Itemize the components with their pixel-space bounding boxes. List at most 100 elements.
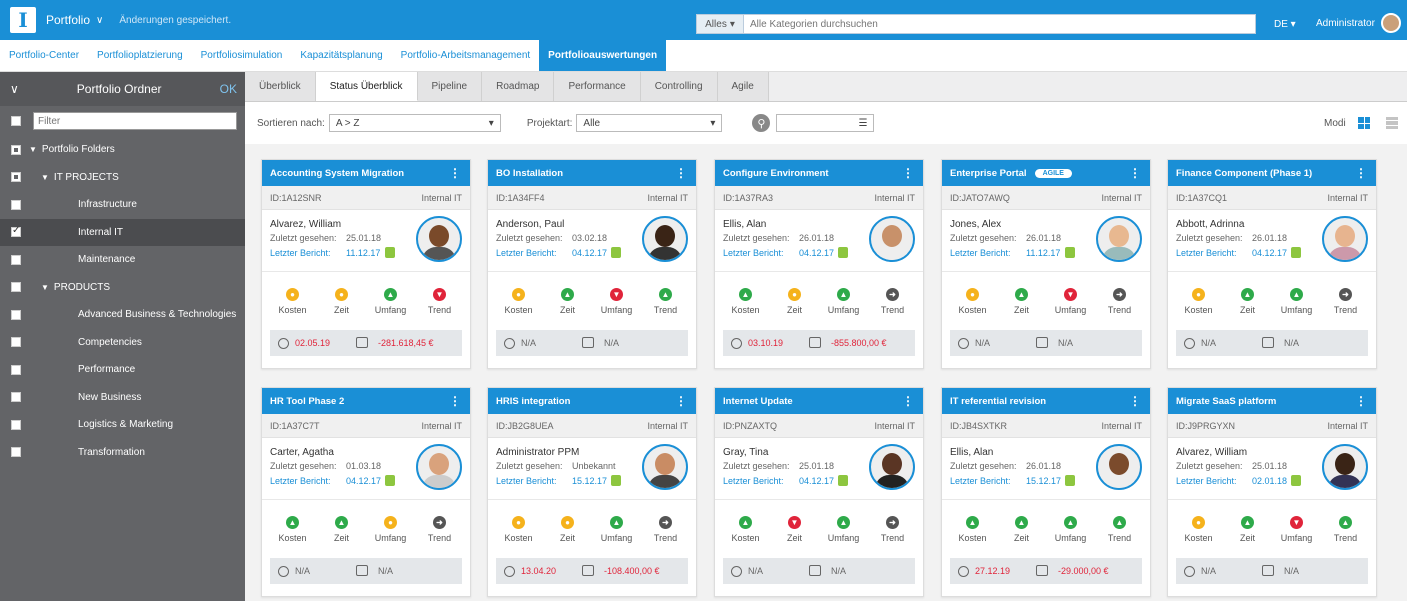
- report-document-icon[interactable]: [838, 247, 848, 258]
- tab-pipeline[interactable]: Pipeline: [417, 72, 483, 101]
- caret-down-icon[interactable]: ▼: [29, 145, 37, 154]
- ok-button[interactable]: OK: [220, 82, 237, 96]
- last-report-link[interactable]: Letzter Bericht:: [1176, 476, 1237, 486]
- tree-checkbox[interactable]: [11, 364, 21, 375]
- card-header[interactable]: Accounting System Migration ⋮: [262, 160, 470, 186]
- search-icon[interactable]: ⚲: [752, 114, 771, 132]
- tab-agile[interactable]: Agile: [717, 72, 769, 101]
- caret-down-icon[interactable]: ▼: [41, 173, 49, 182]
- indicator-umfang[interactable]: ▼ Umfang: [1277, 515, 1317, 543]
- card-header[interactable]: Configure Environment ⋮: [715, 160, 923, 186]
- report-document-icon[interactable]: [611, 247, 621, 258]
- indicator-umfang[interactable]: ▲ Umfang: [597, 515, 637, 543]
- last-report-value[interactable]: 04.12.17: [799, 248, 834, 258]
- report-document-icon[interactable]: [611, 475, 621, 486]
- project-card[interactable]: Finance Component (Phase 1) ⋮ ID:1A37CQ1…: [1167, 159, 1377, 369]
- kebab-menu-icon[interactable]: ⋮: [449, 394, 461, 408]
- kebab-menu-icon[interactable]: ⋮: [902, 166, 914, 180]
- sort-select[interactable]: A > Z ▾: [328, 114, 501, 132]
- kebab-menu-icon[interactable]: ⋮: [902, 394, 914, 408]
- card-header[interactable]: Internet Update ⋮: [715, 388, 923, 414]
- last-report-link[interactable]: Letzter Bericht:: [270, 248, 331, 258]
- nav-portfolio-placement[interactable]: Portfolioplatzierung: [88, 40, 192, 71]
- caret-down-icon[interactable]: ▼: [41, 283, 49, 292]
- indicator-umfang[interactable]: ▲ Umfang: [824, 515, 864, 543]
- tree-item-performance[interactable]: Performance: [0, 356, 245, 384]
- indicator-kosten[interactable]: ▲ Kosten: [953, 515, 993, 543]
- grid-view-icon[interactable]: [1358, 117, 1370, 129]
- tree-checkbox[interactable]: [11, 199, 21, 210]
- tree-item-new-business[interactable]: New Business: [0, 384, 245, 412]
- card-header[interactable]: IT referential revision ⋮: [942, 388, 1150, 414]
- indicator-umfang[interactable]: ● Umfang: [371, 515, 411, 543]
- kebab-menu-icon[interactable]: ⋮: [1355, 394, 1367, 408]
- nav-portfolio-center[interactable]: Portfolio-Center: [0, 40, 88, 71]
- last-report-link[interactable]: Letzter Bericht:: [270, 476, 331, 486]
- nav-portfolio-simulation[interactable]: Portfoliosimulation: [192, 40, 292, 71]
- nav-capacity-planning[interactable]: Kapazitätsplanung: [291, 40, 391, 71]
- tab-roadmap[interactable]: Roadmap: [482, 72, 555, 101]
- tree-checkbox[interactable]: [11, 447, 21, 458]
- last-report-value[interactable]: 04.12.17: [799, 476, 834, 486]
- indicator-kosten[interactable]: ● Kosten: [953, 287, 993, 315]
- card-header[interactable]: Finance Component (Phase 1) ⋮: [1168, 160, 1376, 186]
- report-document-icon[interactable]: [385, 475, 395, 486]
- last-report-value[interactable]: 15.12.17: [1026, 476, 1061, 486]
- kebab-menu-icon[interactable]: ⋮: [1129, 166, 1141, 180]
- card-header[interactable]: Enterprise Portal AGILE ⋮: [942, 160, 1150, 186]
- menu-icon[interactable]: ☰: [858, 118, 867, 129]
- report-document-icon[interactable]: [1291, 475, 1301, 486]
- report-document-icon[interactable]: [838, 475, 848, 486]
- last-report-link[interactable]: Letzter Bericht:: [950, 248, 1011, 258]
- search-scope-select[interactable]: Alles ▾: [696, 14, 744, 34]
- tree-checkbox[interactable]: [11, 254, 21, 265]
- search-input[interactable]: [744, 14, 1256, 34]
- tree-checkbox[interactable]: [11, 282, 21, 293]
- tree-item-transformation[interactable]: Transformation: [0, 439, 245, 467]
- app-switcher[interactable]: Portfolio ∨: [46, 13, 103, 27]
- indicator-zeit[interactable]: ▲ Zeit: [1228, 287, 1268, 315]
- select-all-checkbox[interactable]: [11, 116, 21, 126]
- indicator-kosten[interactable]: ▲ Kosten: [726, 515, 766, 543]
- project-card[interactable]: Accounting System Migration ⋮ ID:1A12SNR…: [261, 159, 471, 369]
- indicator-umfang[interactable]: ▼ Umfang: [597, 287, 637, 315]
- tree-item-it-projects[interactable]: ▼ IT PROJECTS: [0, 164, 245, 192]
- indicator-kosten[interactable]: ▲ Kosten: [726, 287, 766, 315]
- indicator-trend[interactable]: ➜ Trend: [1100, 287, 1140, 315]
- indicator-zeit[interactable]: ▲ Zeit: [1002, 515, 1042, 543]
- indicator-umfang[interactable]: ▲ Umfang: [1051, 515, 1091, 543]
- last-report-link[interactable]: Letzter Bericht:: [723, 476, 784, 486]
- indicator-trend[interactable]: ▲ Trend: [646, 287, 686, 315]
- indicator-kosten[interactable]: ● Kosten: [273, 287, 313, 315]
- tree-checkbox[interactable]: [11, 392, 21, 403]
- tab-overview[interactable]: Überblick: [245, 72, 316, 101]
- last-report-value[interactable]: 04.12.17: [346, 476, 381, 486]
- tab-status-overview[interactable]: Status Überblick: [315, 72, 418, 101]
- indicator-kosten[interactable]: ● Kosten: [499, 287, 539, 315]
- tree-checkbox[interactable]: [11, 337, 21, 348]
- app-logo[interactable]: I: [10, 7, 36, 33]
- project-card[interactable]: IT referential revision ⋮ ID:JB4SXTKR In…: [941, 387, 1151, 597]
- project-card[interactable]: Migrate SaaS platform ⋮ ID:J9PRGYXN Inte…: [1167, 387, 1377, 597]
- tree-item-logistics-marketing[interactable]: Logistics & Marketing: [0, 411, 245, 439]
- tree-item-advanced-business[interactable]: Advanced Business & Technologies: [0, 301, 245, 329]
- indicator-zeit[interactable]: ● Zeit: [775, 287, 815, 315]
- indicator-zeit[interactable]: ▲ Zeit: [1002, 287, 1042, 315]
- indicator-zeit[interactable]: ● Zeit: [322, 287, 362, 315]
- last-report-link[interactable]: Letzter Bericht:: [723, 248, 784, 258]
- last-report-link[interactable]: Letzter Bericht:: [496, 476, 557, 486]
- nav-portfolio-reports[interactable]: Portfolioauswertungen: [539, 40, 667, 71]
- kebab-menu-icon[interactable]: ⋮: [675, 394, 687, 408]
- type-select[interactable]: Alle ▾: [576, 114, 723, 132]
- last-report-value[interactable]: 11.12.17: [346, 248, 380, 258]
- indicator-umfang[interactable]: ▲ Umfang: [371, 287, 411, 315]
- last-report-value[interactable]: 15.12.17: [572, 476, 607, 486]
- collapse-chevron-icon[interactable]: ∨: [10, 82, 19, 96]
- indicator-zeit[interactable]: ▼ Zeit: [775, 515, 815, 543]
- nav-work-management[interactable]: Portfolio-Arbeitsmanagement: [392, 40, 540, 71]
- tree-item-infrastructure[interactable]: Infrastructure: [0, 191, 245, 219]
- language-select[interactable]: DE ▾: [1274, 19, 1296, 30]
- indicator-trend[interactable]: ▲ Trend: [1100, 515, 1140, 543]
- kebab-menu-icon[interactable]: ⋮: [675, 166, 687, 180]
- indicator-zeit[interactable]: ▲ Zeit: [322, 515, 362, 543]
